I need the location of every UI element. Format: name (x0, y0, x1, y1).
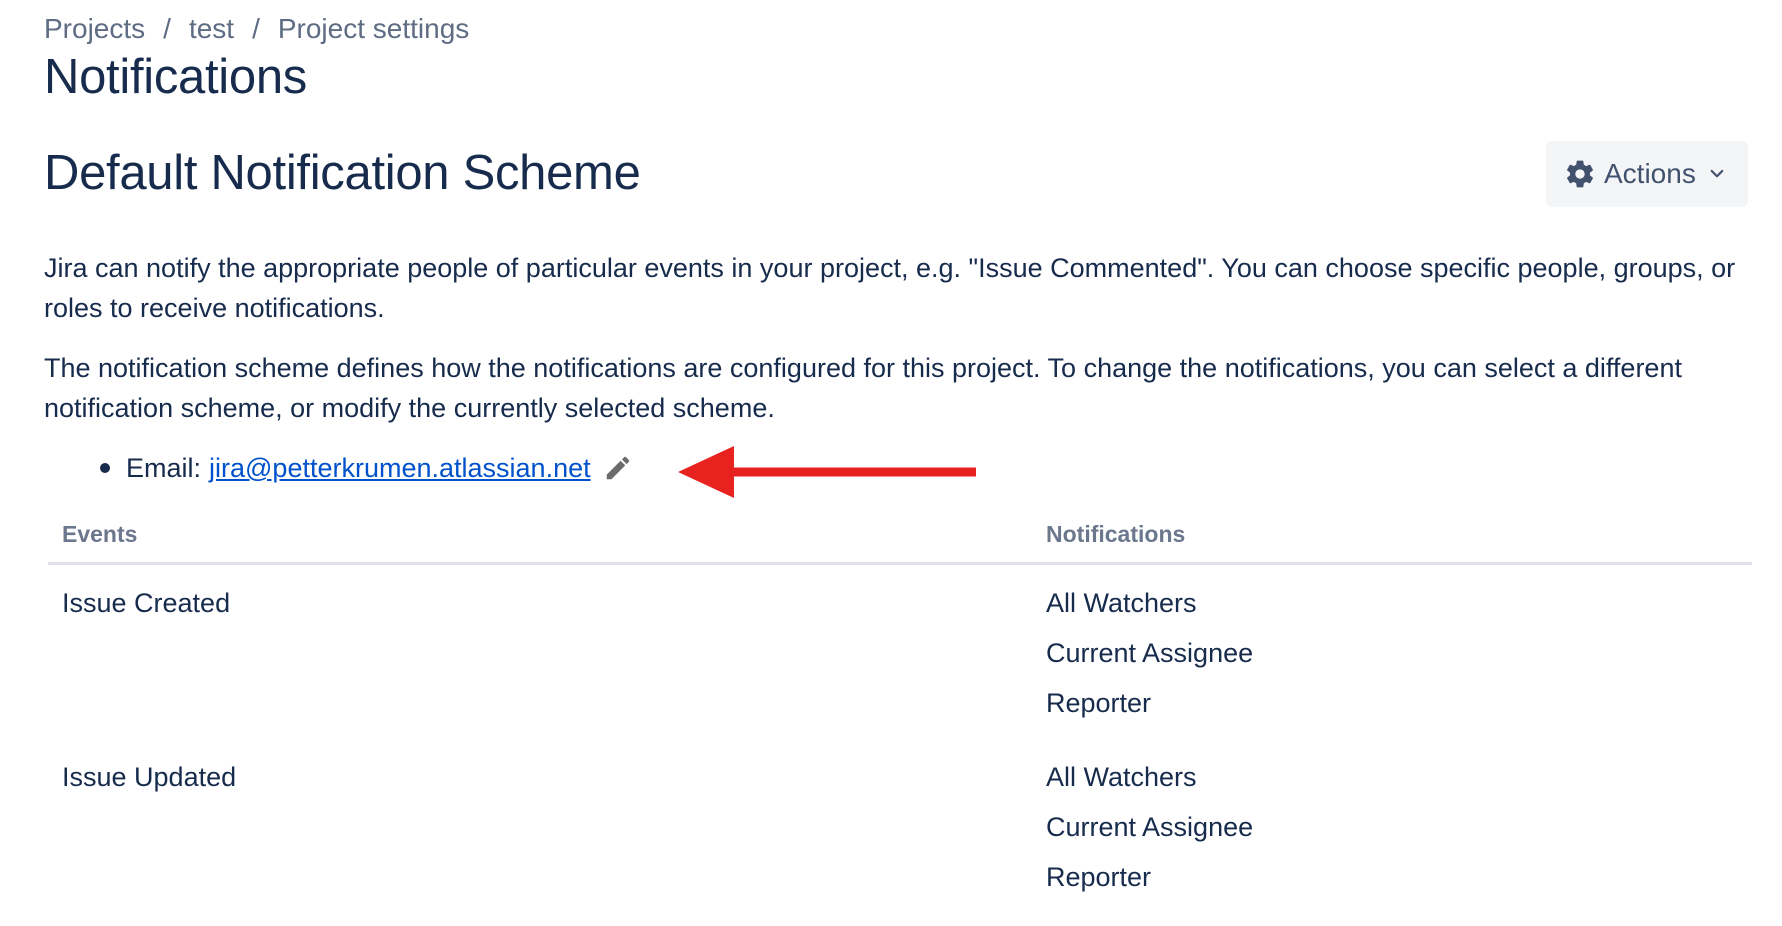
description-paragraph-2: The notification scheme defines how the … (44, 353, 1682, 423)
table-header: Events Notifications (48, 512, 1752, 565)
page-title: Notifications (44, 50, 307, 104)
breadcrumb: Projects / test / Project settings (44, 10, 469, 48)
scheme-title: Default Notification Scheme (44, 146, 641, 200)
description-paragraph-1: Jira can notify the appropriate people o… (44, 253, 1736, 323)
breadcrumb-separator: / (163, 13, 171, 44)
column-header-events: Events (62, 521, 138, 547)
notification-item: Current Assignee (1046, 638, 1254, 668)
actions-label: Actions (1604, 158, 1696, 189)
breadcrumb-project-settings[interactable]: Project settings (278, 13, 469, 44)
bullet-icon (100, 463, 110, 473)
annotation-arrow-icon (678, 446, 976, 498)
email-list-item: Email: jira@petterkrumen.atlassian.net (100, 448, 633, 488)
breadcrumb-test[interactable]: test (189, 13, 234, 44)
table-row: Issue Updated All Watchers Current Assig… (48, 752, 1752, 926)
event-name: Issue Updated (62, 762, 237, 792)
column-header-notifications: Notifications (1046, 521, 1186, 547)
breadcrumb-separator: / (252, 13, 260, 44)
gear-icon (1567, 160, 1593, 188)
table-row: Issue Created All Watchers Current Assig… (48, 578, 1752, 752)
pencil-icon[interactable] (603, 453, 633, 483)
chevron-down-icon (1710, 169, 1724, 178)
breadcrumb-projects[interactable]: Projects (44, 13, 145, 44)
notification-item: Reporter (1046, 862, 1152, 892)
actions-button[interactable]: Actions (1546, 141, 1748, 207)
notification-list: All Watchers Current Assignee Reporter (1046, 578, 1253, 728)
notification-item: All Watchers (1046, 588, 1197, 618)
event-name: Issue Created (62, 588, 231, 618)
notification-list: All Watchers Current Assignee Reporter (1046, 752, 1253, 902)
email-link[interactable]: jira@petterkrumen.atlassian.net (209, 448, 591, 488)
notification-item: Current Assignee (1046, 812, 1254, 842)
notification-item: All Watchers (1046, 762, 1197, 792)
notification-item: Reporter (1046, 688, 1152, 718)
email-label: Email: (126, 453, 202, 483)
notifications-table: Events Notifications Issue Created All W… (48, 512, 1752, 926)
